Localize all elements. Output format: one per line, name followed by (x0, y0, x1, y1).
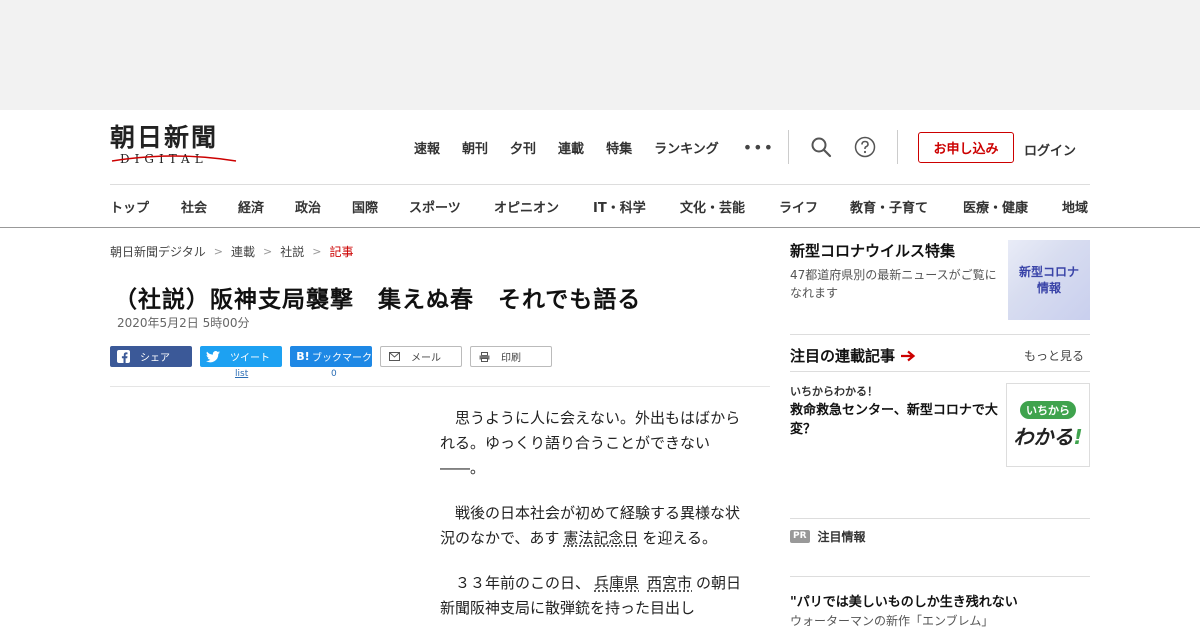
ad-banner-area (0, 0, 1200, 110)
article-paragraph: 戦後の日本社会が初めて経験する異様な状況のなかで、あす 憲法記念日 を迎える。 (440, 501, 750, 551)
keyword-link[interactable]: 西宮市 (647, 574, 692, 592)
logo-text-jp: 朝日新聞 (110, 123, 219, 152)
featured-series-heading: 注目の連載記事 (790, 345, 916, 366)
article-body: 思うように人に会えない。外出もはばかられる。ゆっくり語り合うことができない――。… (440, 406, 750, 630)
top-nav-evening[interactable]: 夕刊 (510, 138, 536, 157)
see-more-link[interactable]: もっと見る (1024, 347, 1084, 364)
breadcrumb: 朝日新聞デジタル > 連載 > 社説 > 記事 (110, 243, 353, 260)
article-title: （社説）阪神支局襲撃 集えぬ春 それでも語る (114, 287, 642, 313)
series-thumb-logo: わかる! (1013, 421, 1082, 450)
article-date: 2020年5月2日 5時00分 (117, 316, 250, 330)
twitter-count[interactable]: list (235, 369, 248, 379)
share-twitter-button[interactable]: ツイート (200, 346, 282, 367)
logo-arc (111, 155, 237, 162)
print-icon (477, 350, 491, 364)
share-hatena-button[interactable]: B! ブックマーク (290, 346, 372, 367)
category-opinion[interactable]: オピニオン (494, 197, 593, 216)
share-mail-label: メール (411, 353, 441, 364)
category-economy[interactable]: 経済 (238, 197, 295, 216)
header-divider (110, 184, 1090, 185)
mail-icon (387, 350, 401, 364)
featured-series-title: 注目の連載記事 (790, 347, 896, 365)
top-nav: 速報 朝刊 夕刊 連載 特集 ランキング ••• (414, 138, 774, 157)
sidebar-divider (790, 371, 1090, 372)
category-life[interactable]: ライフ (779, 197, 850, 216)
top-nav-breaking[interactable]: 速報 (414, 138, 440, 157)
divider (897, 130, 898, 164)
series-kicker: いちからわかる！ (790, 385, 878, 398)
category-nav: トップ 社会 経済 政治 国際 スポーツ オピニオン IT・科学 文化・芸能 ラ… (110, 197, 1102, 216)
sidebar-divider (790, 518, 1090, 519)
site-header: 朝日新聞 DIGITAL 速報 朝刊 夕刊 連載 特集 ランキング ••• お申… (0, 110, 1200, 228)
category-top[interactable]: トップ (110, 197, 181, 216)
corona-thumb-line1: 新型コロナ (1018, 265, 1079, 279)
breadcrumb-editorial[interactable]: 社説 (280, 243, 304, 260)
search-icon[interactable] (810, 136, 832, 158)
help-icon[interactable] (854, 136, 876, 158)
corona-thumb-line2: 情報 (1036, 281, 1061, 295)
corona-feature-title[interactable]: 新型コロナウイルス特集 (790, 240, 955, 261)
share-twitter-label: ツイート (230, 353, 270, 364)
pr-article-link[interactable]: "パリでは美しいものしか生き残れない (790, 591, 1018, 610)
breadcrumb-series[interactable]: 連載 (231, 243, 255, 260)
facebook-icon (116, 350, 130, 364)
breadcrumb-separator: > (263, 245, 273, 258)
keyword-link[interactable]: 憲法記念日 (563, 529, 638, 547)
category-society[interactable]: 社会 (181, 197, 238, 216)
breadcrumb-home[interactable]: 朝日新聞デジタル (110, 243, 206, 260)
article-paragraph: ３３年前のこの日、 兵庫県 西宮市 の朝日新聞阪神支局に散弾銃を持った目出し (440, 571, 750, 621)
pr-heading-label: 注目情報 (817, 530, 866, 544)
category-culture[interactable]: 文化・芸能 (680, 197, 779, 216)
print-label: 印刷 (501, 353, 521, 364)
keyword-link[interactable]: 兵庫県 (594, 574, 639, 592)
sidebar-divider (790, 334, 1090, 335)
article-paragraph: 思うように人に会えない。外出もはばかられる。ゆっくり語り合うことができない――。 (440, 409, 741, 477)
series-article-link[interactable]: 救命救急センター、新型コロナで大変？ (790, 401, 1002, 439)
article-divider (110, 386, 770, 387)
category-health[interactable]: 医療・健康 (963, 197, 1062, 216)
twitter-icon (206, 350, 220, 364)
series-thumb-text: わかる (1013, 424, 1074, 449)
corona-feature-desc[interactable]: 47都道府県別の最新ニュースがご覧になれます (790, 266, 1005, 302)
hatena-bookmark-icon: B! (296, 350, 310, 363)
subscribe-button[interactable]: お申し込み (918, 132, 1014, 163)
print-button[interactable]: 印刷 (470, 346, 552, 367)
hatena-count: 0 (331, 369, 337, 379)
share-facebook-label: シェア (140, 353, 170, 364)
paragraph-text: ３３年前のこの日、 (455, 574, 591, 592)
series-thumbnail[interactable]: いちから わかる! (1006, 383, 1090, 467)
more-menu-icon[interactable]: ••• (743, 138, 774, 157)
breadcrumb-separator: > (213, 245, 223, 258)
series-thumb-bang: ! (1073, 424, 1083, 449)
login-link[interactable]: ログイン (1024, 140, 1076, 159)
site-logo[interactable]: 朝日新聞 DIGITAL (110, 124, 242, 172)
category-sports[interactable]: スポーツ (409, 197, 494, 216)
sidebar-divider (790, 576, 1090, 577)
pr-article-subtitle: ウォーターマンの新作「エンブレム」 (790, 614, 994, 628)
category-international[interactable]: 国際 (352, 197, 409, 216)
corona-feature-thumbnail[interactable]: 新型コロナ 情報 (1008, 240, 1090, 320)
category-politics[interactable]: 政治 (295, 197, 352, 216)
category-region[interactable]: 地域 (1062, 197, 1102, 216)
series-thumb-pill: いちから (1020, 400, 1076, 419)
divider (788, 130, 789, 164)
pr-heading: PR 注目情報 (790, 528, 866, 545)
top-nav-series[interactable]: 連載 (558, 138, 584, 157)
share-hatena-label: ブックマーク (312, 353, 372, 364)
pr-badge: PR (790, 530, 810, 543)
paragraph-text: を迎える。 (642, 529, 717, 547)
arrow-right-icon (901, 350, 916, 361)
share-mail-button[interactable]: メール (380, 346, 462, 367)
category-education[interactable]: 教育・子育て (850, 197, 963, 216)
breadcrumb-current: 記事 (329, 245, 354, 259)
top-nav-features[interactable]: 特集 (606, 138, 632, 157)
breadcrumb-separator: > (312, 245, 322, 258)
category-it-science[interactable]: IT・科学 (593, 197, 680, 216)
share-facebook-button[interactable]: シェア (110, 346, 192, 367)
top-nav-morning[interactable]: 朝刊 (462, 138, 488, 157)
top-nav-ranking[interactable]: ランキング (654, 138, 719, 157)
